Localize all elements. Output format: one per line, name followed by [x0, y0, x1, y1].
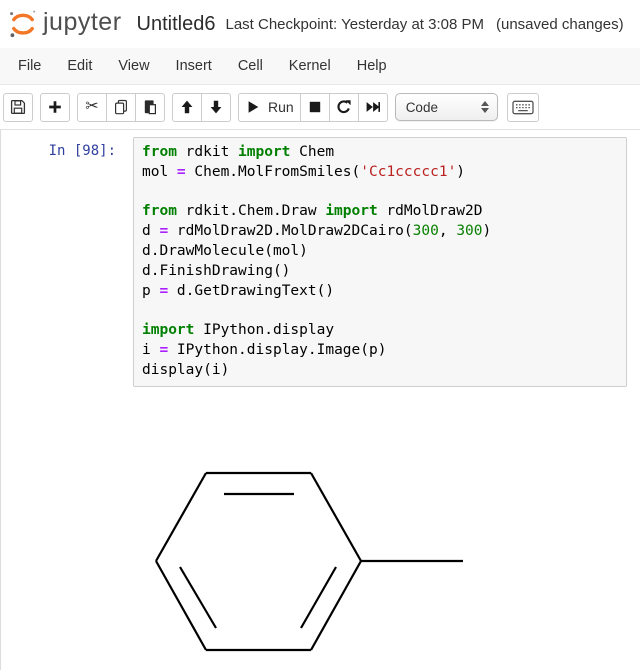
jupyter-logo-icon: [10, 10, 36, 38]
floppy-icon: [10, 99, 26, 115]
toolbar-group: [172, 92, 231, 122]
cell-output-area: [1, 464, 640, 670]
toolbar-button-groups: ✂ Run: [3, 92, 395, 122]
copy-icon: [113, 99, 129, 115]
toolbar-group: [40, 92, 70, 122]
interrupt-kernel-button[interactable]: [299, 92, 330, 122]
cell-type-select[interactable]: Code: [394, 93, 498, 121]
notebook-title[interactable]: Untitled6: [137, 13, 216, 36]
run-label: Run: [268, 99, 294, 115]
unsaved-changes-badge: (unsaved changes): [495, 15, 624, 33]
run-button[interactable]: Run: [238, 92, 301, 122]
stop-icon: [307, 99, 323, 115]
keyboard-shortcuts-button[interactable]: [506, 92, 539, 122]
menu-item-help[interactable]: Help: [344, 48, 400, 84]
arrow-down-icon: [208, 99, 224, 115]
code-input-area[interactable]: from rdkit import Chem mol = Chem.MolFrom…: [133, 137, 627, 387]
menu-item-file[interactable]: File: [5, 48, 54, 84]
restart-icon: [336, 99, 352, 115]
code-line: import IPython.display: [142, 322, 335, 339]
select-arrows-icon: [480, 101, 489, 113]
code-line: d = rdMolDraw2D.MolDraw2DCairo(300, 300): [142, 223, 492, 240]
scissors-icon: ✂: [85, 98, 99, 115]
toolbar-group: [3, 92, 33, 122]
copy-cell-button[interactable]: [106, 92, 136, 122]
play-icon: [245, 99, 261, 115]
code-line: d.DrawMolecule(mol): [142, 242, 308, 259]
code-cell[interactable]: In [98]: from rdkit import Chem mol = Che…: [0, 130, 640, 670]
arrow-up-icon: [179, 99, 195, 115]
plus-icon: [47, 99, 63, 115]
jupyter-logo[interactable]: jupyter: [6, 8, 122, 40]
output-molecule-image: [155, 471, 463, 651]
paste-icon: [142, 99, 158, 115]
menu-item-insert[interactable]: Insert: [163, 48, 225, 84]
input-prompt: In [98]:: [48, 143, 116, 159]
code-line: p = d.GetDrawingText(): [142, 282, 335, 299]
menu-item-view[interactable]: View: [105, 48, 162, 84]
keyboard-icon: [512, 99, 534, 115]
menu-item-kernel[interactable]: Kernel: [276, 48, 344, 84]
toolbar-group: Run: [238, 92, 388, 122]
paste-cell-button[interactable]: [135, 92, 165, 122]
code-line: from rdkit import Chem: [142, 144, 335, 160]
menu-item-edit[interactable]: Edit: [54, 48, 105, 84]
cell-type-value: Code: [405, 99, 438, 115]
cut-cell-button[interactable]: ✂: [77, 92, 107, 122]
notebook-header: jupyter Untitled6 Last Checkpoint: Yeste…: [0, 0, 640, 48]
fast-forward-icon: [365, 99, 381, 115]
save-button[interactable]: [3, 92, 33, 122]
code-line: d.FinishDrawing(): [142, 262, 291, 279]
move-cell-up-button[interactable]: [172, 92, 202, 122]
code-line: from rdkit.Chem.Draw import rdMolDraw2D: [142, 203, 483, 220]
checkpoint-status: Last Checkpoint: Yesterday at 3:08 PM: [225, 15, 484, 33]
restart-run-all-button[interactable]: [357, 92, 388, 122]
jupyter-logo-text: jupyter: [43, 7, 122, 36]
toolbar: ✂ Run Code: [0, 85, 640, 130]
code-line: display(i): [142, 361, 230, 378]
add-cell-button[interactable]: [40, 92, 70, 122]
code-line: i = IPython.display.Image(p): [142, 341, 387, 358]
toolbar-group: ✂: [77, 92, 165, 122]
move-cell-down-button[interactable]: [201, 92, 231, 122]
restart-kernel-button[interactable]: [328, 92, 359, 122]
menu-item-cell[interactable]: Cell: [225, 48, 276, 84]
notebook-area: In [98]: from rdkit import Chem mol = Che…: [0, 130, 640, 670]
menu-bar: File Edit View Insert Cell Kernel Help: [0, 48, 640, 85]
code-line: mol = Chem.MolFromSmiles('Cc1ccccc1'): [142, 163, 466, 180]
